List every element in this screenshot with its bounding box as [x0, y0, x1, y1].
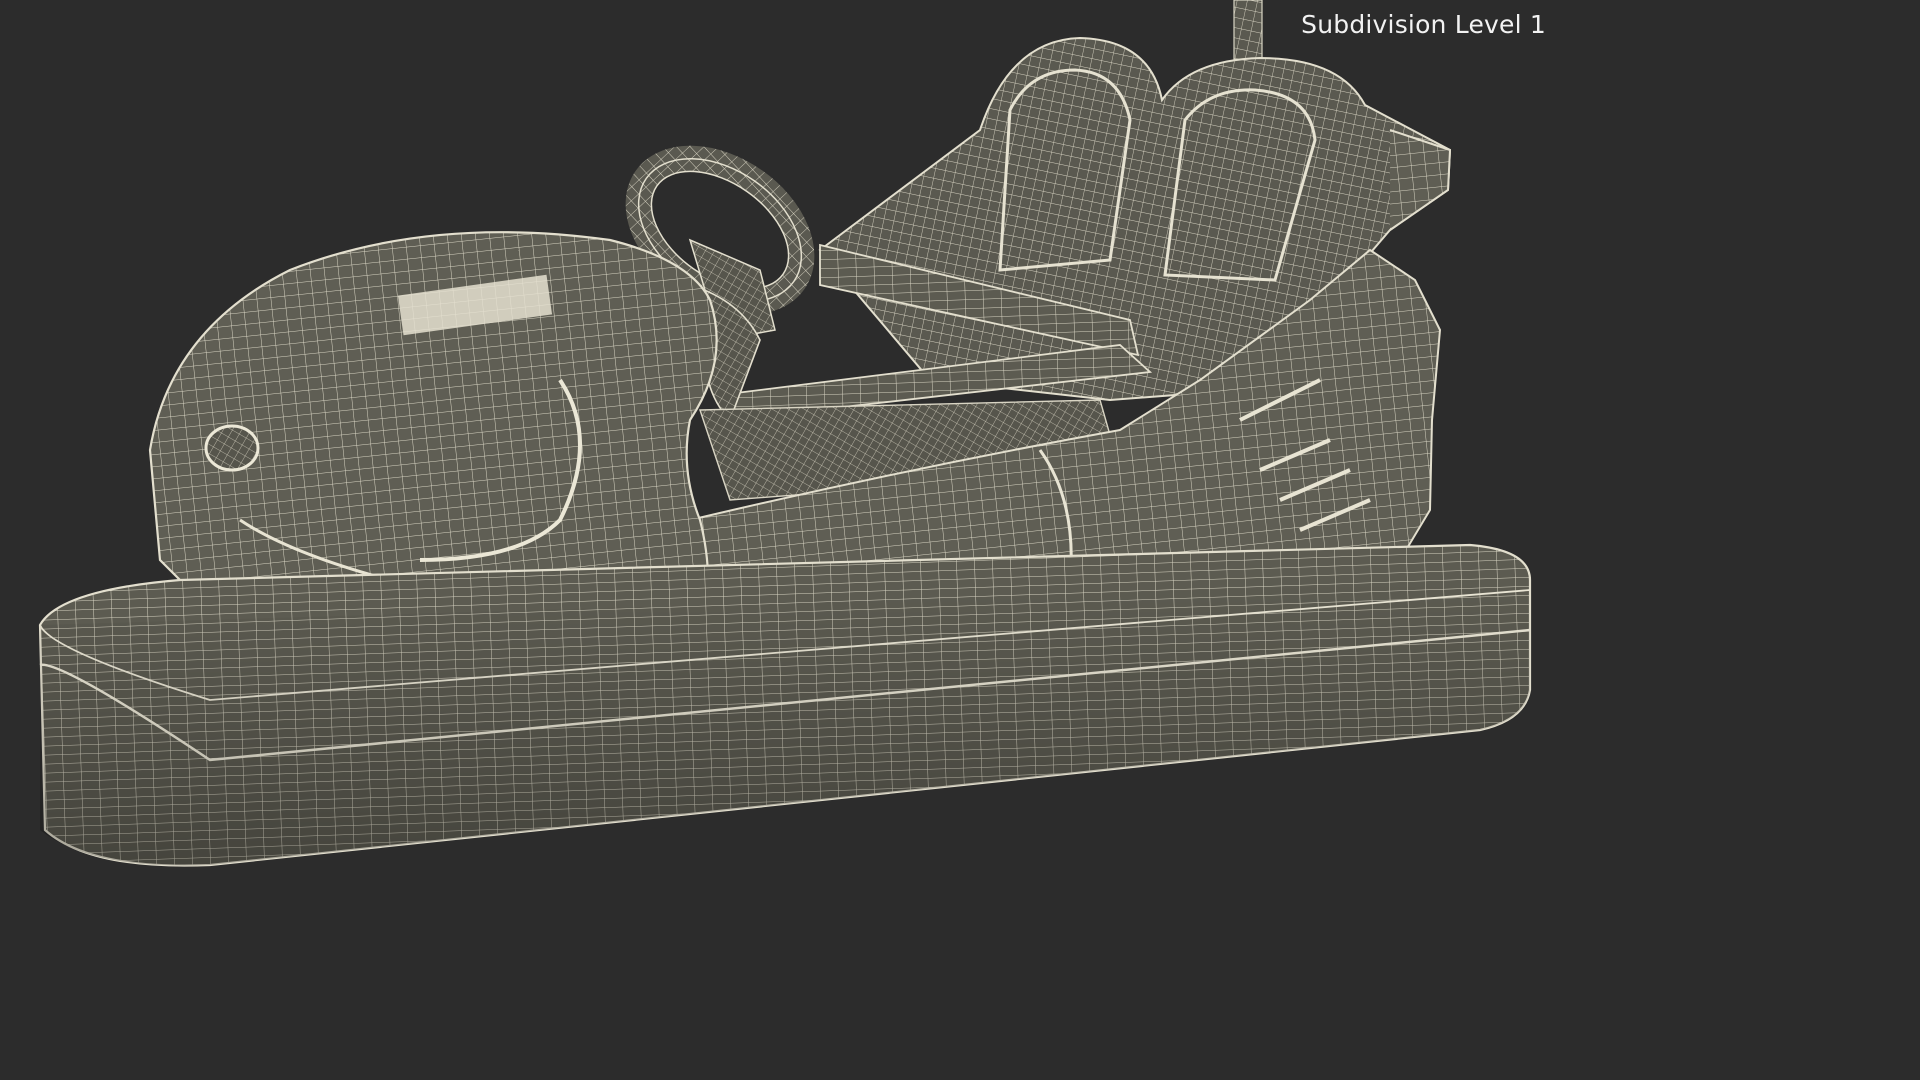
- bumper-base: [38, 543, 1532, 867]
- bumper-car-wireframe: [38, 0, 1532, 867]
- subdivision-level-label: Subdivision Level 1: [1301, 10, 1546, 39]
- 3d-viewport[interactable]: Subdivision Level 1: [0, 0, 1568, 882]
